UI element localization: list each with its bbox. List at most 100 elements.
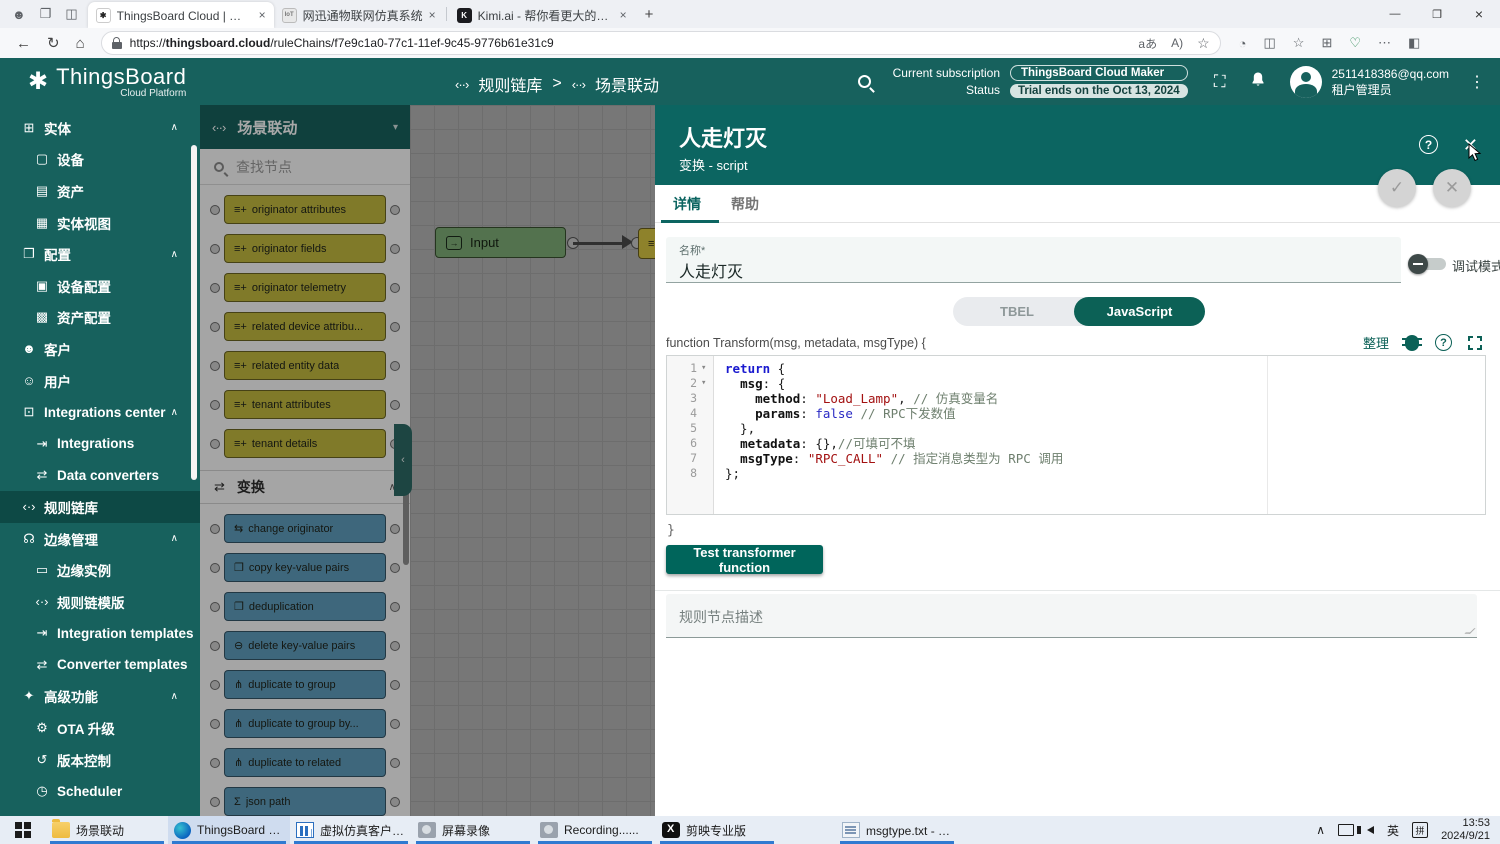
collections-icon[interactable]: ⊞ [1321, 35, 1332, 51]
tab-close-icon[interactable]: × [259, 8, 266, 22]
split-screen-icon[interactable]: ◫ [1264, 35, 1276, 51]
chevron-up-icon[interactable]: ∧ [171, 122, 178, 133]
sidebar-item-asset-profiles[interactable]: ▩ 资产配置 [0, 302, 200, 334]
taskbar-item[interactable]: msgtype.txt - 记... [836, 816, 958, 844]
chevron-up-icon[interactable]: ∧ [171, 249, 178, 260]
test-transformer-button[interactable]: Test transformer function [666, 545, 823, 575]
copilot-icon[interactable]: ◔ [1239, 36, 1247, 51]
script-help-icon[interactable]: ? [1435, 334, 1452, 351]
app-logo[interactable]: ✱ ThingsBoard Cloud Platform [28, 64, 186, 99]
tbel-option[interactable]: TBEL [953, 297, 1081, 326]
code-line[interactable]: 1 ▾ return { [667, 361, 1485, 376]
description-textarea[interactable]: 规则节点描述 [666, 594, 1477, 638]
sidebar-item-integrations[interactable]: ⇥ Integrations [0, 428, 200, 460]
sidebar-item-entities[interactable]: ⊞ 实体 ∧ [0, 112, 200, 144]
sidebar-item-assets[interactable]: ▤ 资产 [0, 175, 200, 207]
breadcrumb-root[interactable]: 规则链库 [478, 72, 542, 96]
start-button[interactable] [0, 816, 46, 844]
refresh-icon[interactable]: ↻ [47, 34, 60, 52]
sidebar-panel-icon[interactable]: ◧ [1408, 35, 1420, 51]
tidy-code-button[interactable]: 整理 [1363, 333, 1389, 352]
chevron-up-icon[interactable]: ∧ [171, 407, 178, 418]
notifications-bell-icon[interactable] [1250, 71, 1266, 93]
sidebar-item-entity-views[interactable]: ▦ 实体视图 [0, 207, 200, 239]
sidebar-item-data-converters[interactable]: ⇄ Data converters [0, 460, 200, 492]
browser-tab[interactable]: IoT 网迅通物联网仿真系统 × [274, 2, 444, 28]
code-line[interactable]: 2 ▾ msg: { [667, 376, 1485, 391]
network-icon[interactable] [1338, 824, 1355, 836]
fold-caret-icon[interactable]: ▾ [701, 376, 706, 391]
sidebar-item-integrations-center[interactable]: ⊡ Integrations center ∧ [0, 396, 200, 428]
debug-mode-toggle[interactable]: 调试模式 [1408, 252, 1500, 276]
sidebar-item-scheduler[interactable]: ◷ Scheduler [0, 775, 200, 807]
fullscreen-icon[interactable]: ⛶ [1214, 72, 1226, 92]
sidebar-item-edge-instances[interactable]: ▭ 边缘实例 [0, 554, 200, 586]
toggle-thumb[interactable] [1408, 254, 1428, 274]
sidebar-item-advanced[interactable]: ✦ 高级功能 ∧ [0, 681, 200, 713]
url-input[interactable]: https://thingsboard.cloud/ruleChains/f7e… [100, 31, 1221, 55]
volume-icon[interactable] [1357, 826, 1375, 834]
favorites-icon[interactable]: ☆ [1293, 35, 1305, 51]
clock[interactable]: 13:53 2024/9/21 [1441, 817, 1490, 843]
chevron-up-icon[interactable]: ∧ [171, 691, 178, 702]
browser-essentials-icon[interactable]: ♡ [1349, 35, 1361, 51]
account-info[interactable]: 2511418386@qq.com 租户管理员 [1332, 66, 1449, 98]
sidebar-item-device-profiles[interactable]: ▣ 设备配置 [0, 270, 200, 302]
browser-profile-icon[interactable]: ☻ [12, 7, 26, 22]
taskbar-item[interactable]: Recording...... [534, 816, 656, 844]
ime-icon[interactable]: 拼 [1412, 822, 1429, 838]
sidebar-item-version-control[interactable]: ↺ 版本控制 [0, 744, 200, 776]
tray-chevron-icon[interactable]: ∧ [1316, 823, 1325, 837]
browser-more-icon[interactable]: ⋯ [1378, 35, 1391, 51]
name-field[interactable]: 名称* 人走灯灭 [666, 237, 1401, 283]
code-line[interactable]: 6 metadata: {},//可填可不填 [667, 436, 1485, 451]
code-line[interactable]: 5 }, [667, 421, 1485, 436]
debug-bug-icon[interactable] [1402, 334, 1422, 351]
sidebar-scrollbar[interactable] [191, 145, 197, 480]
taskbar-item[interactable]: 场景联动 [46, 816, 168, 844]
read-aloud-icon[interactable]: A) [1171, 36, 1183, 50]
language-indicator[interactable]: 英 [1387, 822, 1399, 839]
sidebar-item-users[interactable]: ☺ 用户 [0, 365, 200, 397]
tab-help[interactable]: 帮助 [731, 185, 759, 223]
sidebar-item-rule-chains[interactable]: ‹·› 规则链库 [0, 491, 200, 523]
code-editor[interactable]: 1 ▾ return {2 ▾ msg: {3 method: "Load_Lamp"… [666, 355, 1486, 515]
code-line[interactable]: 4 params: false // RPC下发数值 [667, 406, 1485, 421]
back-icon[interactable]: ← [16, 35, 31, 52]
translate-icon[interactable]: aあ [1138, 35, 1157, 52]
sidebar-item-converter-templates[interactable]: ⇄ Converter templates [0, 649, 200, 681]
header-more-icon[interactable]: ⋮ [1469, 72, 1486, 92]
editor-fullscreen-icon[interactable] [1468, 335, 1482, 350]
workspaces-icon[interactable]: ❐ [40, 6, 52, 22]
new-tab-button[interactable]: + [645, 6, 654, 23]
cancel-button[interactable]: ✕ [1433, 169, 1471, 207]
sidebar-item-edge[interactable]: ☊ 边缘管理 ∧ [0, 523, 200, 555]
window-close-button[interactable]: × [1458, 0, 1500, 28]
sidebar-item-customers[interactable]: ☻ 客户 [0, 333, 200, 365]
tab-details[interactable]: 详情 [673, 185, 701, 223]
sidebar-item-profiles[interactable]: ❐ 配置 ∧ [0, 238, 200, 270]
code-line[interactable]: 7 msgType: "RPC_CALL" // 指定消息类型为 RPC 调用 [667, 451, 1485, 466]
taskbar-item[interactable]: 剪映专业版 [656, 816, 778, 844]
vertical-tabs-icon[interactable]: ◫ [65, 6, 77, 22]
sidebar-item-integration-templates[interactable]: ⇥ Integration templates [0, 618, 200, 650]
taskbar-item[interactable]: ThingsBoard Clo... [168, 816, 290, 844]
resize-handle[interactable] [1464, 628, 1476, 634]
browser-tab[interactable]: K Kimi.ai - 帮你看更大的世界 × [449, 2, 635, 28]
fold-caret-icon[interactable]: ▾ [701, 361, 706, 376]
sidebar-item-devices[interactable]: ▢ 设备 [0, 144, 200, 176]
browser-tab[interactable]: ✱ ThingsBoard Cloud | 规则链 × [87, 2, 274, 28]
code-line[interactable]: 3 method: "Load_Lamp", // 仿真变量名 [667, 391, 1485, 406]
search-icon[interactable] [857, 75, 871, 88]
help-icon[interactable]: ? [1419, 135, 1438, 154]
subscription-badge[interactable]: ThingsBoard Cloud Maker [1010, 65, 1188, 81]
taskbar-item[interactable]: 屏幕录像 [412, 816, 534, 844]
favorite-star-icon[interactable]: ☆ [1197, 35, 1210, 52]
home-icon[interactable]: ⌂ [76, 35, 85, 52]
apply-button[interactable]: ✓ [1378, 169, 1416, 207]
tab-close-icon[interactable]: × [620, 8, 627, 22]
window-minimize-button[interactable]: — [1374, 0, 1416, 28]
javascript-option[interactable]: JavaScript [1074, 297, 1205, 326]
window-restore-button[interactable]: ❐ [1416, 0, 1458, 28]
sidebar-item-ota[interactable]: ⚙ OTA 升级 [0, 712, 200, 744]
